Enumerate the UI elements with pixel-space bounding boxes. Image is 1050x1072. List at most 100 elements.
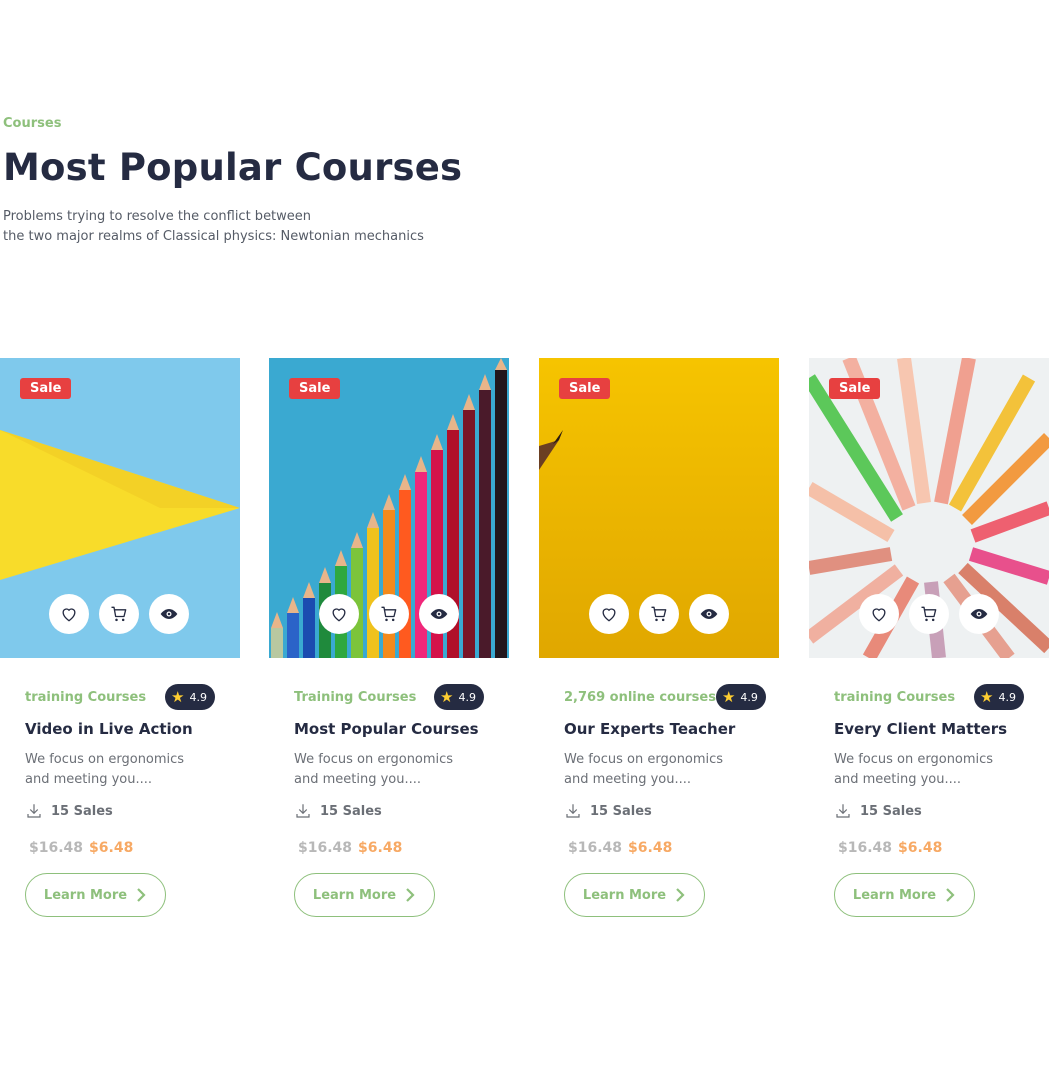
rating-badge: ★ 4.9 bbox=[974, 684, 1024, 710]
course-description: We focus on ergonomics and meeting you..… bbox=[25, 750, 215, 790]
add-to-cart-button[interactable] bbox=[369, 594, 409, 634]
course-card[interactable]: Sale training Courses ★ 4.9 bbox=[809, 358, 1049, 917]
sales-label: 15 Sales bbox=[590, 803, 652, 819]
card-actions bbox=[319, 594, 459, 634]
sale-badge: Sale bbox=[289, 378, 341, 399]
description-line: We focus on ergonomics bbox=[564, 752, 724, 767]
heart-icon bbox=[872, 608, 886, 622]
wishlist-button[interactable] bbox=[859, 594, 899, 634]
page-title: Most Popular Courses bbox=[3, 146, 463, 189]
description-line: and meeting you.... bbox=[25, 772, 152, 787]
section-eyebrow: Courses bbox=[3, 116, 62, 131]
course-category: training Courses bbox=[25, 689, 147, 705]
course-card[interactable]: Sale Training Courses ★ 4.9 Most Popular… bbox=[269, 358, 509, 917]
learn-more-button[interactable]: Learn More bbox=[25, 873, 166, 917]
wishlist-button[interactable] bbox=[589, 594, 629, 634]
add-to-cart-button[interactable] bbox=[909, 594, 949, 634]
course-info: training Courses ★ 4.9 Video in Live Act… bbox=[0, 684, 240, 917]
cart-icon bbox=[111, 606, 127, 622]
rating-value: 4.9 bbox=[458, 690, 477, 704]
card-actions bbox=[589, 594, 729, 634]
course-title[interactable]: Most Popular Courses bbox=[294, 720, 484, 738]
learn-more-label: Learn More bbox=[312, 887, 397, 903]
learn-more-button[interactable]: Learn More bbox=[294, 873, 435, 917]
quick-view-button[interactable] bbox=[689, 594, 729, 634]
price-row: $16.48 $6.48 bbox=[564, 840, 754, 856]
sales-count: 15 Sales bbox=[294, 802, 484, 820]
star-icon: ★ bbox=[980, 687, 994, 706]
chevron-right-icon bbox=[137, 888, 146, 902]
sales-label: 15 Sales bbox=[320, 803, 382, 819]
rating-badge: ★ 4.9 bbox=[715, 684, 766, 710]
sale-badge: Sale bbox=[829, 378, 881, 399]
add-to-cart-button[interactable] bbox=[639, 594, 679, 634]
sales-label: 15 Sales bbox=[860, 803, 922, 819]
learn-more-label: Learn More bbox=[852, 887, 937, 903]
price-row: $16.48 $6.48 bbox=[834, 840, 1024, 856]
description-line: We focus on ergonomics bbox=[834, 752, 994, 767]
heart-icon bbox=[62, 608, 76, 622]
new-price: $6.48 bbox=[89, 840, 134, 856]
add-to-cart-button[interactable] bbox=[99, 594, 139, 634]
star-icon: ★ bbox=[721, 687, 736, 706]
course-image[interactable]: Sale bbox=[269, 358, 509, 658]
description-line: and meeting you.... bbox=[834, 772, 961, 787]
section-subtitle: Problems trying to resolve the conflict … bbox=[3, 207, 424, 247]
course-card[interactable]: Sale training Courses ★ 4.9 bbox=[0, 358, 240, 917]
learn-more-label: Learn More bbox=[582, 887, 667, 903]
star-icon: ★ bbox=[171, 687, 185, 706]
eye-icon bbox=[430, 609, 448, 619]
wishlist-button[interactable] bbox=[319, 594, 359, 634]
star-icon: ★ bbox=[440, 687, 454, 706]
chevron-right-icon bbox=[676, 888, 685, 902]
courses-section: Courses Most Popular Courses Problems tr… bbox=[0, 0, 1050, 1072]
cart-icon bbox=[381, 606, 397, 622]
course-info: 2,769 online courses ★ 4.9 Our Experts T… bbox=[539, 684, 779, 917]
download-icon bbox=[296, 804, 310, 818]
wishlist-button[interactable] bbox=[49, 594, 89, 634]
old-price: $16.48 bbox=[29, 840, 84, 856]
course-title[interactable]: Every Client Matters bbox=[834, 720, 1024, 738]
cart-icon bbox=[921, 606, 937, 622]
course-category: training Courses bbox=[834, 689, 956, 705]
course-image[interactable]: Sale bbox=[539, 358, 779, 658]
new-price: $6.48 bbox=[898, 840, 943, 856]
heart-icon bbox=[332, 608, 346, 622]
old-price: $16.48 bbox=[838, 840, 893, 856]
sales-label: 15 Sales bbox=[51, 803, 113, 819]
new-price: $6.48 bbox=[358, 840, 403, 856]
description-line: and meeting you.... bbox=[294, 772, 421, 787]
new-price: $6.48 bbox=[628, 840, 673, 856]
course-title[interactable]: Video in Live Action bbox=[25, 720, 215, 738]
eye-icon bbox=[160, 609, 178, 619]
course-info: Training Courses ★ 4.9 Most Popular Cour… bbox=[269, 684, 509, 917]
quick-view-button[interactable] bbox=[419, 594, 459, 634]
learn-more-button[interactable]: Learn More bbox=[834, 873, 975, 917]
sale-badge: Sale bbox=[20, 378, 72, 399]
rating-value: 4.9 bbox=[189, 690, 208, 704]
rating-value: 4.9 bbox=[998, 690, 1017, 704]
quick-view-button[interactable] bbox=[959, 594, 999, 634]
course-info: training Courses ★ 4.9 Every Client Matt… bbox=[809, 684, 1049, 917]
course-image[interactable]: Sale bbox=[809, 358, 1049, 658]
old-price: $16.48 bbox=[298, 840, 353, 856]
rating-badge: ★ 4.9 bbox=[165, 684, 215, 710]
old-price: $16.48 bbox=[568, 840, 623, 856]
course-title[interactable]: Our Experts Teacher bbox=[564, 720, 754, 738]
learn-more-button[interactable]: Learn More bbox=[564, 873, 705, 917]
course-image[interactable]: Sale bbox=[0, 358, 240, 658]
quick-view-button[interactable] bbox=[149, 594, 189, 634]
course-category: Training Courses bbox=[294, 689, 417, 705]
download-icon bbox=[27, 804, 41, 818]
description-line: and meeting you.... bbox=[564, 772, 691, 787]
download-icon bbox=[566, 804, 580, 818]
eye-icon bbox=[970, 609, 988, 619]
course-description: We focus on ergonomics and meeting you..… bbox=[834, 750, 1024, 790]
rating-value: 4.9 bbox=[740, 690, 758, 704]
description-line: We focus on ergonomics bbox=[25, 752, 185, 767]
course-card[interactable]: Sale 2,769 online courses ★ 4.9 Our Expe… bbox=[539, 358, 779, 917]
rating-badge: ★ 4.9 bbox=[434, 684, 484, 710]
heart-icon bbox=[602, 608, 616, 622]
price-row: $16.48 $6.48 bbox=[25, 840, 215, 856]
chevron-right-icon bbox=[406, 888, 415, 902]
